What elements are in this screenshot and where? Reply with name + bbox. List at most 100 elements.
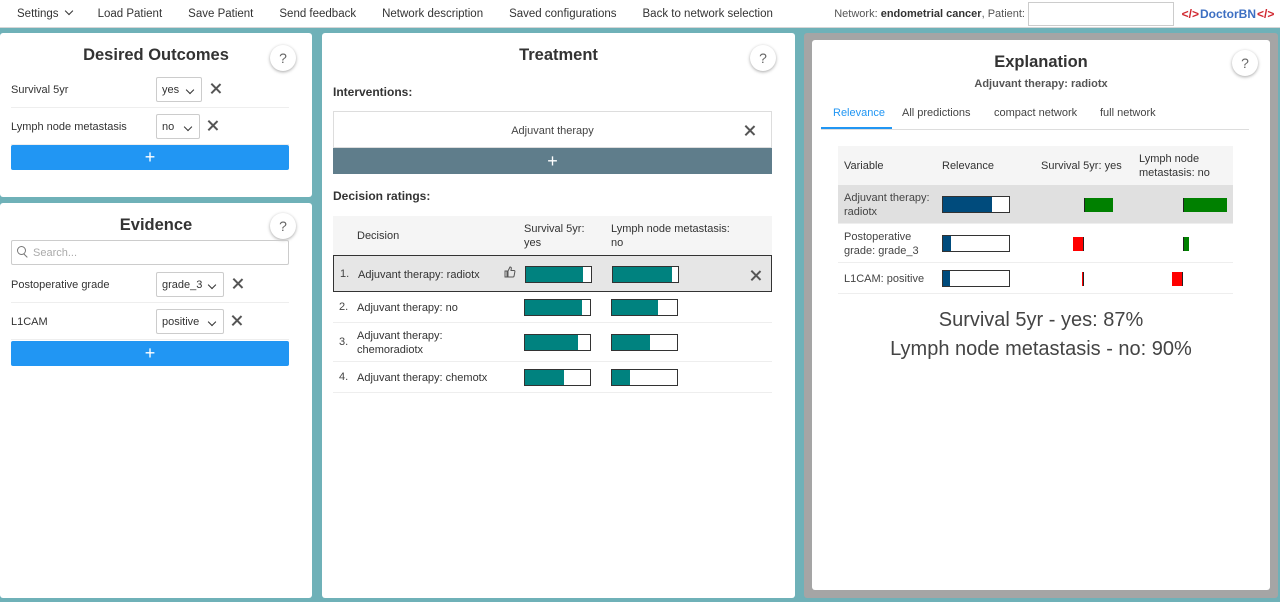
table-header: Variable Relevance Survival 5yr: yes Lym… bbox=[838, 146, 1233, 185]
survival-bar bbox=[524, 334, 591, 351]
header-decision: Decision bbox=[357, 230, 400, 242]
decision-ratings-label: Decision ratings: bbox=[333, 189, 431, 203]
evidence-row: Postoperative grade grade_3 bbox=[11, 267, 289, 303]
tab-relevance[interactable]: Relevance bbox=[833, 107, 885, 119]
survival-bar bbox=[524, 369, 591, 386]
interventions-label: Interventions: bbox=[333, 85, 413, 99]
help-button[interactable]: ? bbox=[270, 213, 296, 239]
evidence-value: grade_3 bbox=[162, 279, 203, 291]
bar-fill bbox=[612, 300, 658, 315]
lymph-bar bbox=[612, 266, 679, 283]
decision-line: Adjuvant therapy: bbox=[357, 330, 443, 342]
logo-end: </> bbox=[1257, 7, 1275, 21]
add-outcome-button[interactable]: + bbox=[11, 145, 289, 170]
header-lymph: Lymph node metastasis: no bbox=[1139, 152, 1210, 180]
tab-all-predictions[interactable]: All predictions bbox=[902, 107, 970, 119]
thumbs-up-icon[interactable] bbox=[504, 266, 516, 278]
decision-row[interactable]: 1. Adjuvant therapy: radiotx bbox=[333, 255, 772, 292]
row-number: 2. bbox=[339, 301, 349, 313]
add-evidence-button[interactable]: + bbox=[11, 341, 289, 366]
decision-table-body: 1. Adjuvant therapy: radiotx 2. Adjuvant th… bbox=[333, 255, 772, 393]
header-line: Lymph node bbox=[1139, 153, 1200, 165]
top-menu-bar: Settings Load Patient Save Patient Send … bbox=[0, 0, 1280, 28]
network-info: Network: endometrial cancer, Patient: bbox=[834, 8, 1025, 20]
lymph-contribution-bar bbox=[1183, 198, 1228, 212]
survival-contribution-bar bbox=[1073, 237, 1084, 251]
header-line: no bbox=[611, 237, 624, 249]
help-button[interactable]: ? bbox=[270, 45, 296, 71]
decision-label: Adjuvant therapy: no bbox=[357, 301, 458, 315]
relevance-row: Postoperative grade: grade_3 bbox=[838, 224, 1233, 263]
help-button[interactable]: ? bbox=[750, 45, 776, 71]
search-placeholder: Search... bbox=[33, 247, 78, 259]
relevance-row: Adjuvant therapy: radiotx bbox=[838, 185, 1233, 224]
bar-fill bbox=[526, 267, 583, 282]
decision-line: chemoradiotx bbox=[357, 344, 424, 356]
panel-title: Explanation bbox=[994, 53, 1088, 71]
header-line: Lymph node metastasis: bbox=[611, 223, 730, 235]
saved-configurations-button[interactable]: Saved configurations bbox=[496, 0, 629, 28]
variable-line: grade: grade_3 bbox=[844, 245, 919, 257]
relevance-row: L1CAM: positive bbox=[838, 263, 1233, 294]
load-patient-button[interactable]: Load Patient bbox=[85, 0, 176, 28]
bar-fill bbox=[943, 271, 950, 286]
outcome-select[interactable]: yes bbox=[156, 77, 202, 102]
row-number: 4. bbox=[339, 371, 349, 383]
intervention-label: Adjuvant therapy bbox=[511, 125, 594, 137]
chevron-down-icon bbox=[207, 317, 217, 327]
evidence-search-input[interactable]: Search... bbox=[11, 240, 289, 265]
bar-fill bbox=[525, 300, 582, 315]
remove-icon[interactable] bbox=[206, 119, 219, 132]
decision-label: Adjuvant therapy: chemoradiotx bbox=[357, 329, 443, 357]
bar-fill bbox=[943, 197, 992, 212]
outcome-select[interactable]: no bbox=[156, 114, 200, 139]
network-description-button[interactable]: Network description bbox=[369, 0, 496, 28]
decision-table: Decision Survival 5yr: yes Lymph node met… bbox=[333, 216, 772, 393]
chevron-down-icon bbox=[207, 280, 217, 290]
evidence-panel: Evidence ? Search... Postoperative grade… bbox=[0, 203, 312, 598]
variable-line: radiotx bbox=[844, 206, 878, 218]
panel-title: Treatment bbox=[519, 46, 598, 64]
logo-text: DoctorBN bbox=[1200, 7, 1256, 21]
lymph-bar bbox=[611, 369, 678, 386]
header-lymph: Lymph node metastasis: no bbox=[611, 222, 730, 250]
remove-icon[interactable] bbox=[743, 124, 756, 137]
decision-row[interactable]: 3. Adjuvant therapy: chemoradiotx bbox=[333, 323, 772, 362]
header-line: Survival 5yr: bbox=[524, 223, 585, 235]
evidence-select[interactable]: grade_3 bbox=[156, 272, 224, 297]
logo-bracket-right: > bbox=[1191, 7, 1199, 21]
decision-line: Adjuvant therapy: radiotx bbox=[358, 269, 480, 281]
evidence-select[interactable]: positive bbox=[156, 309, 224, 334]
add-intervention-button[interactable]: + bbox=[333, 148, 772, 174]
decision-row[interactable]: 2. Adjuvant therapy: no bbox=[333, 292, 772, 323]
logo-bracket-left: < bbox=[1181, 7, 1189, 21]
intervention-item[interactable]: Adjuvant therapy bbox=[333, 111, 772, 148]
desired-outcomes-panel: Desired Outcomes ? Survival 5yr yes Lymp… bbox=[0, 33, 312, 197]
patient-label: , Patient: bbox=[981, 8, 1025, 20]
decision-row[interactable]: 4. Adjuvant therapy: chemotx bbox=[333, 362, 772, 393]
row-number: 3. bbox=[339, 336, 349, 348]
tab-compact-network[interactable]: compact network bbox=[994, 107, 1077, 119]
bar-fill bbox=[613, 267, 672, 282]
remove-icon[interactable] bbox=[749, 269, 762, 282]
tab-full-network[interactable]: full network bbox=[1100, 107, 1156, 119]
variable-line: Postoperative bbox=[844, 231, 912, 243]
remove-icon[interactable] bbox=[230, 314, 243, 327]
outcome-value: no bbox=[162, 121, 175, 133]
settings-label: Settings bbox=[17, 7, 59, 20]
patient-input[interactable] bbox=[1028, 2, 1174, 26]
send-feedback-button[interactable]: Send feedback bbox=[266, 0, 369, 28]
settings-menu[interactable]: Settings bbox=[0, 0, 85, 28]
save-patient-button[interactable]: Save Patient bbox=[175, 0, 266, 28]
table-header: Decision Survival 5yr: yes Lymph node met… bbox=[333, 216, 772, 255]
help-button[interactable]: ? bbox=[1232, 50, 1258, 76]
back-to-network-selection-button[interactable]: Back to network selection bbox=[630, 0, 786, 28]
decision-line: Adjuvant therapy: chemotx bbox=[357, 372, 488, 384]
chevron-down-icon bbox=[183, 122, 193, 132]
remove-icon[interactable] bbox=[231, 277, 244, 290]
evidence-value: positive bbox=[162, 316, 200, 328]
survival-contribution-bar bbox=[1081, 272, 1084, 286]
bar-fill bbox=[943, 236, 951, 251]
remove-icon[interactable] bbox=[209, 82, 222, 95]
summary-lymph: Lymph node metastasis - no: 90% bbox=[890, 338, 1192, 360]
